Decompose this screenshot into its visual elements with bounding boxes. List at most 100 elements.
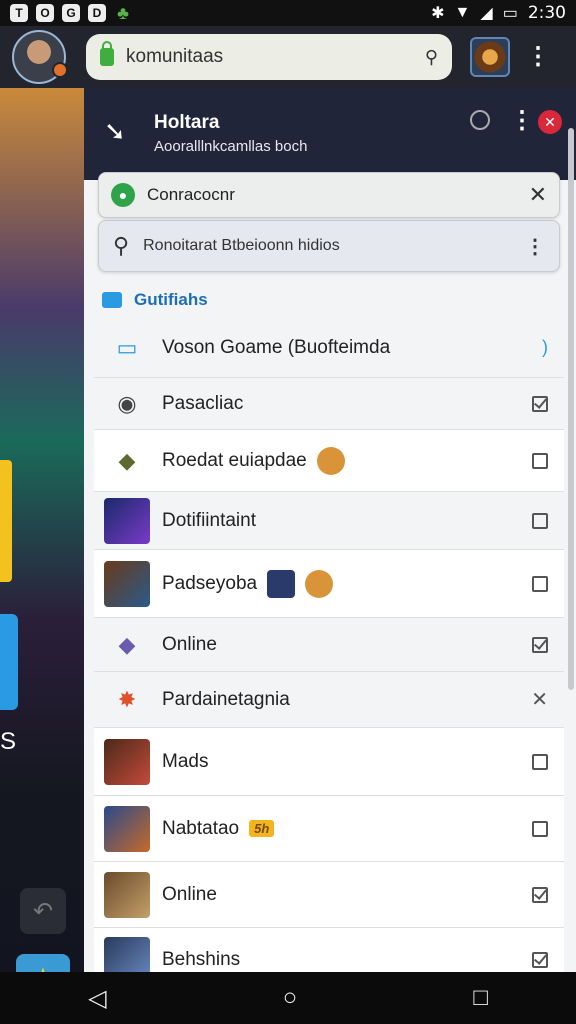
close-icon[interactable]: ✕ [538,110,562,134]
bluetooth-icon: ✱ [431,5,445,22]
url-search-bar[interactable]: komunitaas ⚲ [86,34,452,80]
checkbox[interactable] [532,951,548,968]
wifi-icon: ▼ [454,4,471,21]
undo-icon[interactable]: ↶ [20,888,66,934]
checkbox[interactable] [532,512,548,529]
magnifier-icon: ⚲ [113,233,130,258]
remove-icon[interactable]: ✕ [531,687,548,712]
connection-card-text: Conracocnr [147,185,235,204]
clover-icon: ♣ [117,2,129,23]
list-item-label: Behshins [162,948,241,970]
filter-card[interactable]: ⚲ Ronoitarat Btbeioonn hidios ⋮ [98,220,560,272]
list-item-text: Nabtatao [162,817,240,839]
connection-status-icon: ● [111,183,135,207]
game-thumbnail [104,805,150,852]
card-more-icon[interactable]: ⋮ [525,234,545,259]
scrollbar[interactable] [568,128,574,690]
back-icon[interactable]: ◁ [88,984,106,1013]
section-header: Gutifiahs [102,290,208,310]
list-item[interactable]: ◆ Roedat euiapdae [94,430,564,492]
side-tab-yellow[interactable] [0,460,12,582]
list-item[interactable]: Nabtatao 5h [94,796,564,862]
list-item[interactable]: Online [94,862,564,928]
explosion-icon: ✸ [117,686,137,712]
hero-badge-icon [267,569,296,598]
list-item-text: Roedat euiapdae [162,449,307,471]
game-controller-icon: ▭ [116,334,138,360]
notification-d-icon: D [88,4,106,22]
background-game-art: S ↶ ★ [0,88,84,1008]
card-icon: ◆ [118,447,136,473]
dismiss-icon[interactable]: ✕ [529,182,547,208]
checkbox[interactable] [532,886,548,903]
game-shortcut-button[interactable] [470,37,510,77]
section-label: Gutifiahs [134,290,208,309]
list-item[interactable]: ▭ Voson Goame (Buofteimda ) [94,318,564,378]
status-bar: T O G D ♣ ✱ ▼ ◢ ▭ 2:30 [0,0,576,26]
notification-g-icon: G [62,4,80,22]
signal-icon: ◢ [480,5,493,22]
list-item-label: Nabtatao 5h [162,818,532,840]
filter-card-text: Ronoitarat Btbeioonn hidios [143,237,340,254]
list-item[interactable]: ◆ Online [94,618,564,672]
panel-subtitle: Aooralllnkcamllas boch [154,138,308,155]
notification-o-icon: O [36,4,54,22]
notification-t-icon: T [10,4,28,22]
wifi-signal-icon: ) [542,337,548,357]
list-item-label: Pardainetagnia [162,688,290,710]
navigation-bar: ◁ ○ □ [0,972,576,1024]
checkbox[interactable] [532,575,548,592]
list-item-label: Padseyoba [162,569,532,598]
list-item-label: Roedat euiapdae [162,446,532,475]
game-thumbnail [104,497,150,544]
status-right: ✱ ▼ ◢ ▭ 2:30 [431,3,566,23]
search-icon[interactable]: ⚲ [425,47,438,68]
list-item-label: Online [162,633,217,655]
reaction-emoji-icon [305,569,334,598]
lock-icon [100,41,114,66]
checkbox[interactable] [532,636,548,653]
clock-icon[interactable] [470,110,490,130]
checkbox[interactable] [532,395,548,412]
reaction-emoji-icon [316,446,345,475]
list-item-label: Online [162,883,217,905]
game-thumbnail [104,738,150,785]
game-thumbnail [104,560,150,607]
list-item[interactable]: Mads [94,728,564,796]
connection-card[interactable]: ● Conracocnr ✕ [98,172,560,218]
list-item[interactable]: Behshins [94,928,564,972]
list-item-text: Padseyoba [162,572,258,594]
overflow-menu-icon[interactable]: ⋮ [526,45,550,69]
side-tab-blue[interactable] [0,614,18,710]
avatar[interactable] [12,30,68,84]
side-letter: S [0,728,17,755]
time-badge: 5h [249,820,275,837]
chest-icon: ◆ [118,631,136,657]
list-item-label: Dotifiintaint [162,509,256,531]
avatar-badge-icon [52,62,68,78]
notification-list: ▭ Voson Goame (Buofteimda ) ◉ Pasacliac … [94,318,564,972]
search-input[interactable]: komunitaas [126,46,413,68]
status-time: 2:30 [527,3,566,23]
checkbox[interactable] [532,820,548,837]
list-item[interactable]: Padseyoba [94,550,564,618]
panel-more-icon[interactable]: ⋮ [510,106,534,135]
camera-icon: ◉ [117,390,137,416]
app-bar: komunitaas ⚲ ⋮ [0,26,576,88]
mail-icon [102,292,122,308]
list-item-label: Pasacliac [162,392,244,414]
checkbox[interactable] [532,452,548,469]
status-notification-icons: T O G D ♣ [10,2,132,23]
game-thumbnail [104,936,150,972]
checkbox[interactable] [532,753,548,770]
list-item-label: Mads [162,750,209,772]
recents-icon[interactable]: □ [473,984,488,1012]
game-thumbnail [104,871,150,918]
side-panel: ➘ Holtara Aooralllnkcamllas boch ⋮ ✕ ● C… [84,88,576,972]
list-item[interactable]: ✸ Pardainetagnia ✕ [94,672,564,728]
panel-header: ➘ Holtara Aooralllnkcamllas boch ⋮ ✕ [84,88,576,180]
panel-title: Holtara [154,112,220,133]
list-item[interactable]: Dotifiintaint [94,492,564,550]
home-icon[interactable]: ○ [283,984,298,1012]
list-item[interactable]: ◉ Pasacliac [94,378,564,430]
